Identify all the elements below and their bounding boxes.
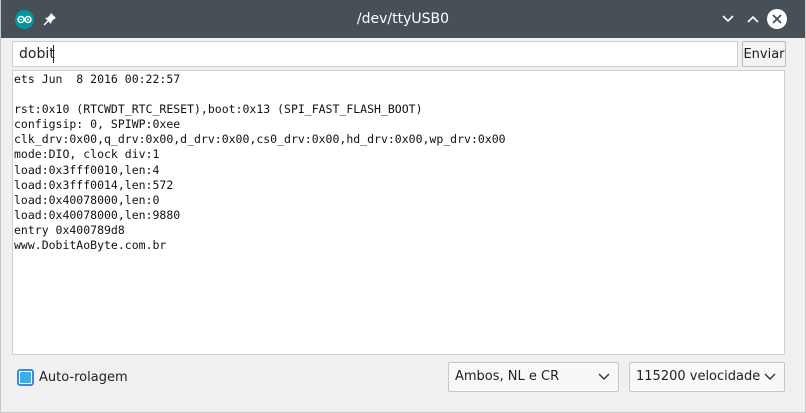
maximize-icon[interactable]: [744, 10, 762, 28]
baud-rate-select[interactable]: 115200 velocidade: [629, 362, 785, 392]
output-line: load:0x3fff0010,len:4: [14, 162, 160, 177]
line-ending-select[interactable]: Ambos, NL e CR: [448, 362, 619, 392]
output-line: rst:0x10 (RTCWDT_RTC_RESET),boot:0x13 (S…: [14, 102, 423, 117]
line-ending-value: Ambos, NL e CR: [455, 369, 560, 384]
output-line: configsip: 0, SPIWP:0xee: [14, 117, 181, 132]
send-button[interactable]: Enviar: [742, 41, 786, 67]
autoscroll-checkbox[interactable]: Auto-rolagem: [17, 367, 128, 387]
output-line: www.DobitAoByte.com.br: [14, 238, 167, 253]
output-line: clk_drv:0x00,q_drv:0x00,d_drv:0x00,cs0_d…: [14, 132, 506, 147]
output-line: load:0x40078000,len:9880: [14, 207, 181, 222]
minimize-icon[interactable]: [719, 10, 737, 28]
output-line: ets Jun 8 2016 00:22:57: [14, 72, 181, 86]
serial-monitor-window: /dev/ttyUSB0 Enviar ets Jun 8 2016 00:22…: [0, 0, 806, 413]
chevron-down-icon: [598, 373, 610, 380]
output-line: entry 0x400789d8: [14, 222, 125, 237]
output-line: load:0x40078000,len:0: [14, 192, 160, 207]
window-title: /dev/ttyUSB0: [356, 11, 450, 27]
baud-rate-value: 115200 velocidade: [636, 369, 761, 384]
send-input[interactable]: [12, 41, 738, 67]
output-line: load:0x3fff0014,len:572: [14, 177, 174, 192]
close-button[interactable]: [767, 9, 787, 29]
chevron-down-icon: [764, 373, 776, 380]
checkbox-checked-mark: [20, 371, 31, 383]
autoscroll-label: Auto-rolagem: [39, 369, 128, 385]
close-icon: [772, 14, 782, 24]
text-caret: [53, 45, 54, 63]
output-line: mode:DIO, clock div:1: [14, 147, 160, 162]
title-bar: /dev/ttyUSB0: [1, 0, 805, 38]
serial-output[interactable]: ets Jun 8 2016 00:22:57 rst:0x10 (RTCWDT_…: [12, 70, 785, 355]
checkbox-box[interactable]: [17, 368, 34, 386]
